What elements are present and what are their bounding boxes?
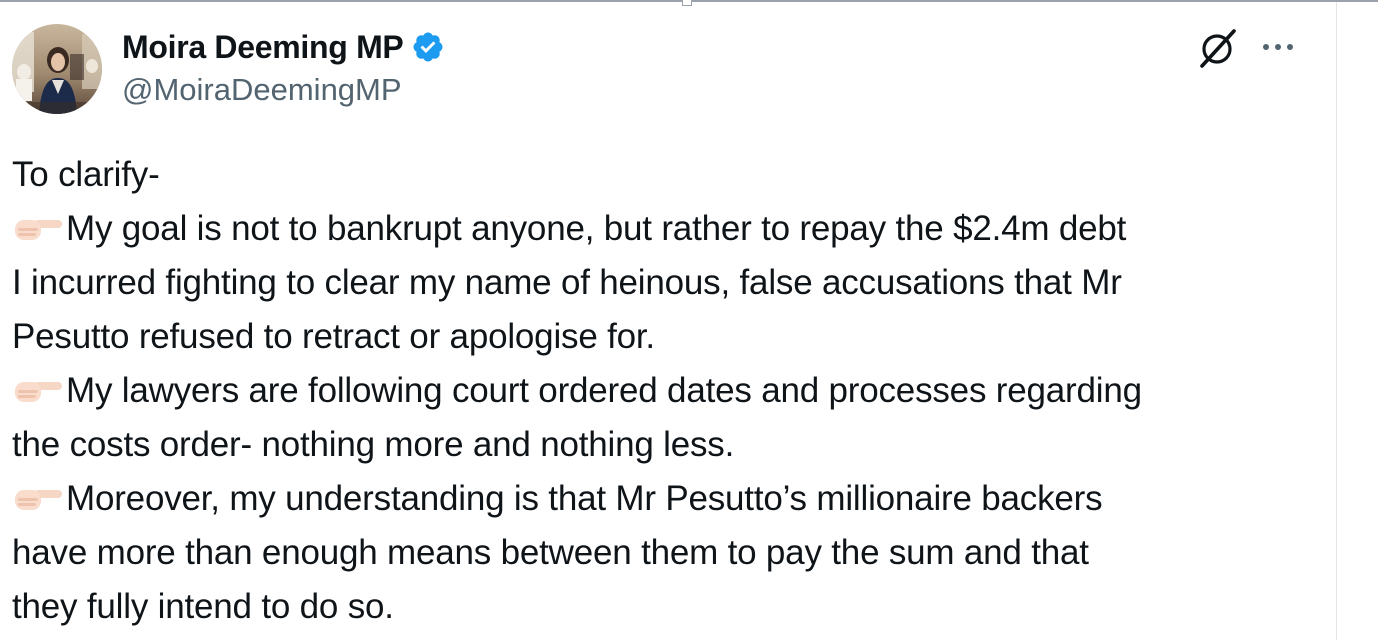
tweet-line-text: the costs order- nothing more and nothin… bbox=[12, 425, 735, 464]
backhand-index-pointing-right-emoji-icon bbox=[15, 490, 62, 510]
tweet-line-5: My lawyers are following court ordered d… bbox=[12, 364, 1322, 418]
tweet-line-text: My lawyers are following court ordered d… bbox=[66, 371, 1142, 410]
verified-badge-icon[interactable] bbox=[411, 30, 445, 64]
tweet-line-text: I incurred fighting to clear my name of … bbox=[12, 263, 1122, 302]
tweet-line-text: have more than enough means between them… bbox=[12, 533, 1089, 572]
backhand-index-pointing-right-emoji-icon bbox=[15, 382, 62, 402]
tweet-text: To clarify- My goal is not to bankrupt a… bbox=[12, 148, 1322, 634]
tweet-line-text: they fully intend to do so. bbox=[12, 587, 394, 626]
timeline-divider bbox=[1336, 2, 1337, 640]
tweet-line-7: Moreover, my understanding is that Mr Pe… bbox=[12, 472, 1322, 526]
grok-icon[interactable] bbox=[1196, 26, 1240, 70]
tweet-line-text: Moreover, my understanding is that Mr Pe… bbox=[66, 479, 1103, 518]
backhand-index-pointing-right-emoji-icon bbox=[15, 220, 62, 240]
tweet: Moira Deeming MP @MoiraDeemingMP To clar… bbox=[0, 0, 1336, 640]
avatar-photo bbox=[12, 24, 102, 114]
tweet-line-8: have more than enough means between them… bbox=[12, 526, 1322, 580]
author-name-row: Moira Deeming MP bbox=[122, 26, 445, 68]
tweet-line-4: Pesutto refused to retract or apologise … bbox=[12, 310, 1322, 364]
tweet-line-text: My goal is not to bankrupt anyone, but r… bbox=[66, 209, 1127, 248]
tweet-line-3: I incurred fighting to clear my name of … bbox=[12, 256, 1322, 310]
tweet-line-9: they fully intend to do so. bbox=[12, 580, 1322, 634]
tweet-line-2: My goal is not to bankrupt anyone, but r… bbox=[12, 202, 1322, 256]
author-display-name[interactable]: Moira Deeming MP bbox=[122, 29, 404, 66]
more-options-icon[interactable] bbox=[1258, 36, 1298, 58]
avatar[interactable] bbox=[12, 24, 102, 114]
author-handle[interactable]: @MoiraDeemingMP bbox=[122, 72, 445, 108]
tweet-line-text: Pesutto refused to retract or apologise … bbox=[12, 317, 655, 356]
tweet-line-1: To clarify- bbox=[12, 148, 1322, 202]
tweet-line-text: To clarify- bbox=[12, 155, 160, 194]
author-block: Moira Deeming MP @MoiraDeemingMP bbox=[122, 26, 445, 108]
tweet-line-6: the costs order- nothing more and nothin… bbox=[12, 418, 1322, 472]
